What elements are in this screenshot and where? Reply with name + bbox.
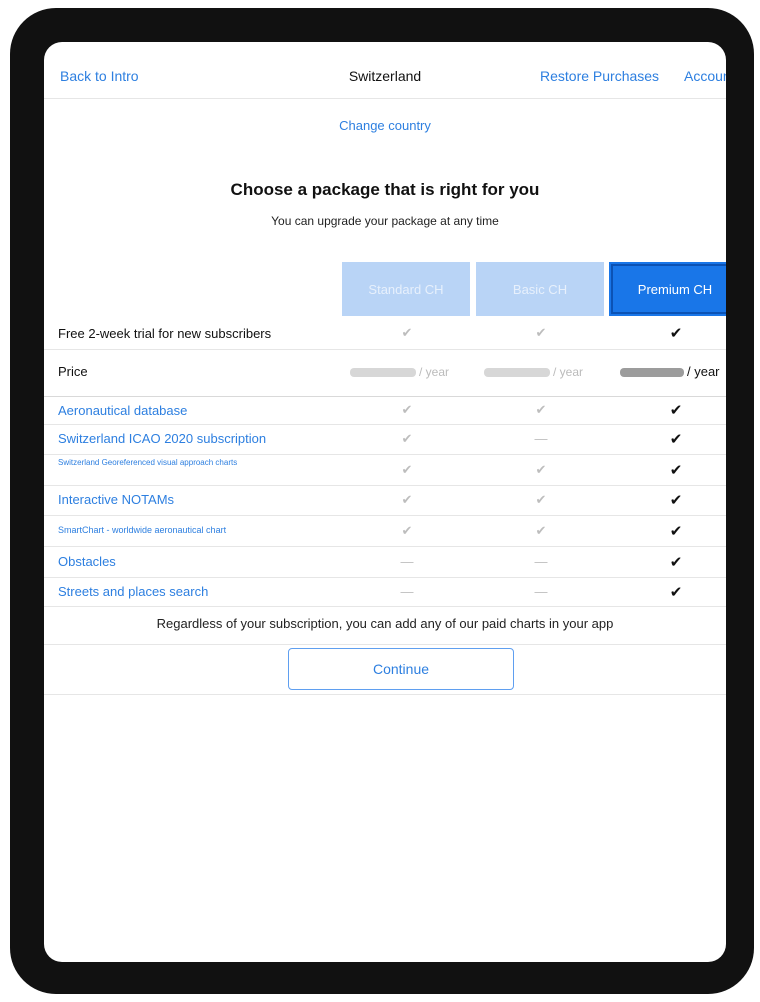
feature-standard-value: ✔ (401, 492, 413, 507)
divider (44, 644, 726, 645)
feature-label[interactable]: Interactive NOTAMs (58, 492, 174, 507)
price-row: Price / year / year / year (44, 350, 726, 397)
feature-premium-value: ✔ (669, 431, 683, 448)
feature-basic-value: — (534, 554, 548, 569)
trial-basic-check: ✔ (535, 325, 547, 340)
price-standard-period: / year (419, 365, 450, 379)
feature-basic-value: — (534, 431, 548, 446)
package-standard-ch-button[interactable]: Standard CH (342, 262, 470, 316)
trial-standard-check: ✔ (401, 325, 413, 340)
feature-row: Aeronautical database ✔ ✔ ✔ (44, 397, 726, 425)
feature-label[interactable]: Switzerland ICAO 2020 subscription (58, 431, 266, 446)
feature-standard-value: ✔ (401, 402, 413, 417)
change-country-link[interactable]: Change country (339, 118, 431, 133)
price-premium: / year (620, 364, 720, 379)
feature-basic-value: ✔ (535, 462, 547, 477)
feature-premium-value: ✔ (669, 554, 683, 571)
tablet-frame: Back to Intro Switzerland Restore Purcha… (10, 8, 754, 994)
feature-premium-value: ✔ (669, 462, 683, 479)
headline: Choose a package that is right for you (230, 180, 540, 199)
feature-basic-value: ✔ (535, 402, 547, 417)
feature-basic-value: ✔ (535, 492, 547, 507)
divider (44, 694, 726, 695)
feature-label[interactable]: Obstacles (58, 554, 116, 569)
subheadline: You can upgrade your package at any time (271, 214, 499, 228)
feature-premium-value: ✔ (669, 492, 683, 509)
feature-row: Streets and places search — — ✔ (44, 578, 726, 607)
feature-premium-value: ✔ (669, 584, 683, 601)
feature-row: Interactive NOTAMs ✔ ✔ ✔ (44, 486, 726, 516)
feature-premium-value: ✔ (669, 402, 683, 419)
feature-basic-value: — (534, 584, 548, 599)
price-label: Price (58, 364, 88, 379)
package-premium-ch-button[interactable]: Premium CH (609, 262, 726, 316)
feature-label[interactable]: Streets and places search (58, 584, 208, 599)
feature-row: Switzerland Georeferenced visual approac… (44, 455, 726, 486)
nav-bar: Back to Intro Switzerland Restore Purcha… (44, 42, 726, 99)
feature-premium-value: ✔ (669, 523, 683, 540)
charts-note: Regardless of your subscription, you can… (156, 616, 614, 631)
feature-label[interactable]: SmartChart - worldwide aeronautical char… (58, 525, 226, 535)
feature-standard-value: — (400, 584, 414, 599)
account-button[interactable]: Account (684, 68, 726, 84)
feature-basic-value: ✔ (535, 523, 547, 538)
feature-standard-value: — (400, 554, 414, 569)
price-basic-period: / year (553, 365, 584, 379)
price-premium-period: / year (687, 364, 720, 379)
price-basic: / year (484, 365, 583, 379)
feature-standard-value: ✔ (401, 462, 413, 477)
change-country-row: Change country (44, 118, 726, 133)
app-screen: Back to Intro Switzerland Restore Purcha… (44, 42, 726, 962)
feature-standard-value: ✔ (401, 431, 413, 446)
feature-row: SmartChart - worldwide aeronautical char… (44, 516, 726, 547)
feature-row: Obstacles — — ✔ (44, 547, 726, 578)
restore-purchases-button[interactable]: Restore Purchases (540, 68, 659, 84)
trial-label: Free 2-week trial for new subscribers (58, 326, 272, 341)
feature-row: Switzerland ICAO 2020 subscription ✔ — ✔ (44, 425, 726, 455)
continue-button[interactable]: Continue (288, 648, 514, 690)
trial-premium-check: ✔ (669, 325, 683, 342)
feature-standard-value: ✔ (401, 523, 413, 538)
price-standard: / year (350, 365, 449, 379)
feature-label[interactable]: Switzerland Georeferenced visual approac… (58, 458, 278, 468)
trial-row: Free 2-week trial for new subscribers ✔ … (44, 318, 726, 350)
feature-label[interactable]: Aeronautical database (58, 403, 187, 418)
package-basic-ch-button[interactable]: Basic CH (476, 262, 604, 316)
